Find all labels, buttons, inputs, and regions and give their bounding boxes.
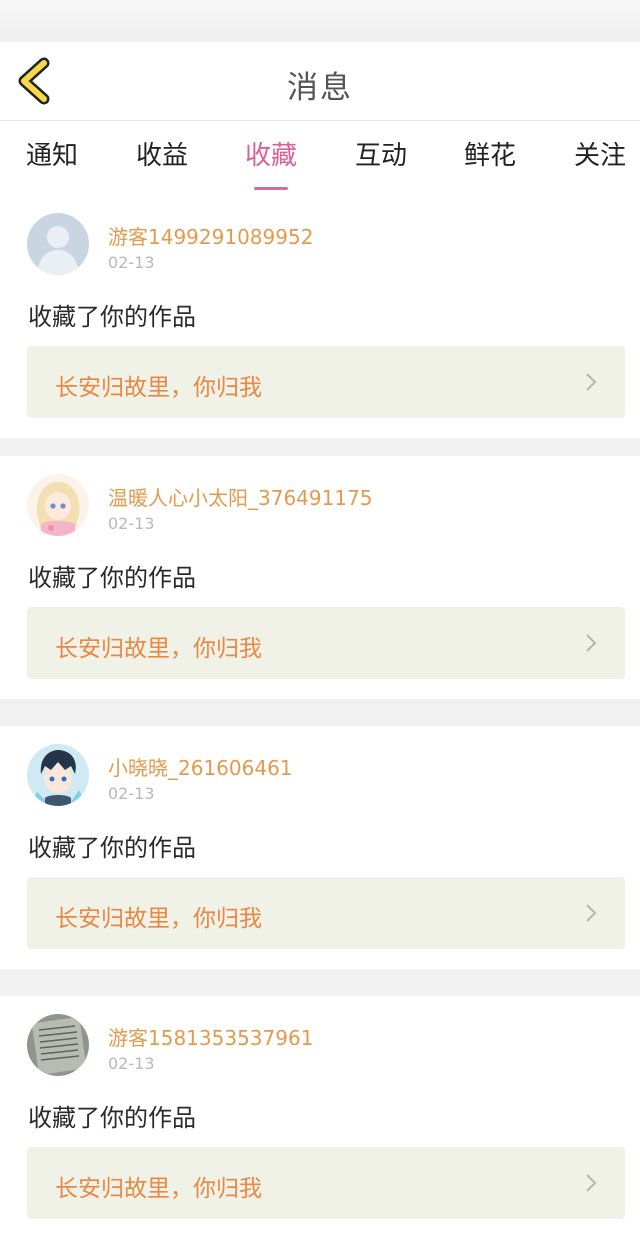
chevron-right-icon <box>586 904 597 922</box>
tab-interactions[interactable]: 互动 <box>336 135 426 172</box>
work-link[interactable]: 长安归故里，你归我 <box>27 607 625 679</box>
tab-earnings[interactable]: 收益 <box>117 135 207 172</box>
chevron-right-icon <box>586 1174 597 1192</box>
list-item: 游客1499291089952 02-13 收藏了你的作品 长安归故里，你归我 <box>0 195 640 438</box>
username[interactable]: 游客1499291089952 <box>108 221 313 250</box>
timestamp: 02-13 <box>108 253 155 272</box>
tab-favorites-label: 收藏 <box>244 141 297 171</box>
avatar[interactable] <box>27 474 89 536</box>
timestamp: 02-13 <box>108 1054 155 1073</box>
action-text: 收藏了你的作品 <box>28 834 196 862</box>
list-item: 温暖人心小太阳_376491175 02-13 收藏了你的作品 长安归故里，你归… <box>0 456 640 699</box>
action-text: 收藏了你的作品 <box>28 564 196 592</box>
action-text: 收藏了你的作品 <box>28 1104 196 1132</box>
avatar[interactable] <box>27 213 89 275</box>
timestamp: 02-13 <box>108 784 155 803</box>
tab-notifications[interactable]: 通知 <box>7 135 97 172</box>
page-title: 消息 <box>287 70 353 106</box>
tab-favorites[interactable]: 收藏 <box>226 135 316 190</box>
action-text: 收藏了你的作品 <box>28 303 196 331</box>
avatar[interactable] <box>27 744 89 806</box>
chevron-right-icon <box>586 634 597 652</box>
username[interactable]: 小晓晓_261606461 <box>108 752 293 781</box>
work-title: 长安归故里，你归我 <box>55 375 262 401</box>
default-avatar-icon <box>27 213 89 275</box>
anime-boy-avatar <box>27 744 89 806</box>
active-tab-indicator <box>254 187 288 190</box>
chevron-right-icon <box>586 373 597 391</box>
status-bar <box>0 0 640 42</box>
work-link[interactable]: 长安归故里，你归我 <box>27 1147 625 1219</box>
work-title: 长安归故里，你归我 <box>55 1176 262 1202</box>
list-item: 小晓晓_261606461 02-13 收藏了你的作品 长安归故里，你归我 <box>0 726 640 969</box>
username[interactable]: 游客1581353537961 <box>108 1022 313 1051</box>
tab-flowers[interactable]: 鲜花 <box>445 135 535 172</box>
paper-photo-avatar <box>27 1014 89 1076</box>
work-title: 长安归故里，你归我 <box>55 636 262 662</box>
work-link[interactable]: 长安归故里，你归我 <box>27 346 625 418</box>
tab-follows[interactable]: 关注 <box>555 135 640 172</box>
list-item: 游客1581353537961 02-13 收藏了你的作品 长安归故里，你归我 <box>0 996 640 1239</box>
work-link[interactable]: 长安归故里，你归我 <box>27 877 625 949</box>
app-header: 消息 <box>0 42 640 121</box>
timestamp: 02-13 <box>108 514 155 533</box>
work-title: 长安归故里，你归我 <box>55 906 262 932</box>
username[interactable]: 温暖人心小太阳_376491175 <box>108 482 373 511</box>
avatar[interactable] <box>27 1014 89 1076</box>
tab-bar: 通知 收益 收藏 互动 鲜花 关注 <box>0 121 640 195</box>
anime-girl-avatar <box>27 474 89 536</box>
